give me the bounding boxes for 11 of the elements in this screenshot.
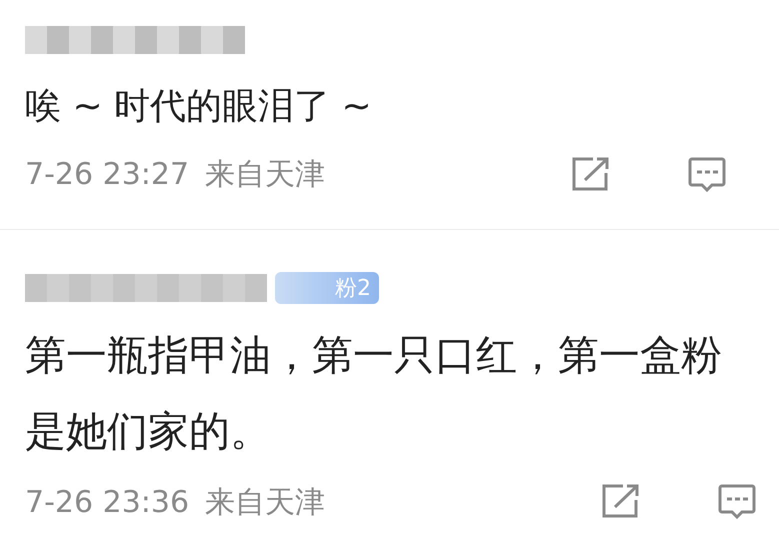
comment-icon[interactable] xyxy=(717,483,757,522)
fan-badge: 粉2 xyxy=(275,272,379,304)
comment-text: 唉 ~ 时代的眼泪了 ~ xyxy=(25,85,373,129)
share-icon[interactable] xyxy=(601,483,641,520)
share-icon[interactable] xyxy=(571,156,611,192)
comment-location: 来自天津 xyxy=(205,484,326,522)
comment-time: 7-26 23:27 xyxy=(25,157,190,192)
comment-text: 第一瓶指甲油，第一只口红，第一盒粉是她们家的。 xyxy=(25,330,723,458)
comment-location: 来自天津 xyxy=(205,156,326,194)
comment-icon[interactable] xyxy=(687,156,727,194)
comment-time: 7-26 23:36 xyxy=(25,484,190,520)
